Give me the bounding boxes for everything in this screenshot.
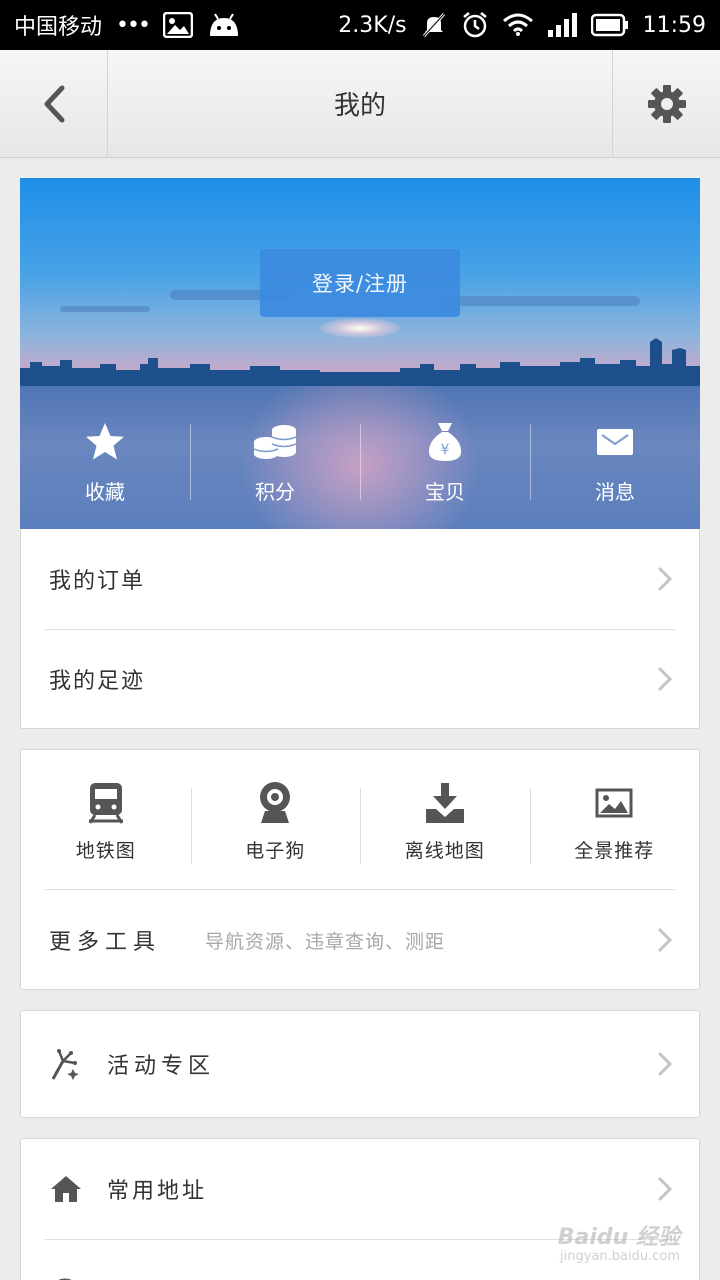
back-button[interactable] xyxy=(0,50,108,157)
list-item-label: 我的足迹 xyxy=(49,669,146,694)
status-bar: 中国移动 ••• 2.3K/s 11:59 xyxy=(0,0,720,50)
subway-icon xyxy=(88,782,124,824)
quick-item-label: 宝贝 xyxy=(425,480,465,504)
chevron-right-icon xyxy=(658,1177,673,1201)
quick-item-points[interactable]: 积分 xyxy=(190,418,360,508)
banner-cloud xyxy=(60,306,150,312)
page-title: 我的 xyxy=(333,91,386,121)
list-item-activity-zone[interactable]: 活动专区 xyxy=(21,1011,699,1117)
svg-text:¥: ¥ xyxy=(441,442,450,458)
list-item-label: 活动专区 xyxy=(107,1054,216,1079)
settings-button[interactable] xyxy=(612,50,720,157)
chevron-right-icon xyxy=(658,928,673,952)
tool-label: 电子狗 xyxy=(245,839,306,862)
quick-item-label: 收藏 xyxy=(85,480,125,504)
list-item-more-tools[interactable]: 更多工具 导航资源、违章查询、测距 xyxy=(21,890,699,990)
quick-item-treasure[interactable]: ¥ 宝贝 xyxy=(360,418,530,508)
banner-cloud xyxy=(440,296,640,306)
clock-time: 11:59 xyxy=(642,12,706,38)
tool-label: 全景推荐 xyxy=(574,839,655,862)
android-icon xyxy=(207,12,241,38)
mute-icon xyxy=(421,12,447,38)
chevron-right-icon xyxy=(658,667,673,691)
tool-offline-map[interactable]: 离线地图 xyxy=(360,750,530,890)
quick-item-favorites[interactable]: 收藏 xyxy=(20,418,190,508)
watermark-brand: Baidu 经验 xyxy=(557,1224,680,1250)
panorama-icon xyxy=(595,788,633,817)
quick-item-messages[interactable]: 消息 xyxy=(530,418,700,508)
city-skyline xyxy=(20,338,700,388)
tool-label: 地铁图 xyxy=(75,839,136,862)
fireworks-icon xyxy=(51,1049,79,1080)
list-item-my-orders[interactable]: 我的订单 xyxy=(21,529,699,629)
tools-grid: 地铁图 电子狗 离线地图 全景推荐 xyxy=(21,750,699,890)
wifi-icon xyxy=(502,13,533,37)
watermark-logo: Baidu 经验 jingyan.baidu.com xyxy=(557,1224,680,1264)
battery-icon xyxy=(590,13,629,37)
list-item-common-address[interactable]: 常用地址 xyxy=(21,1139,699,1239)
money-bag-icon: ¥ xyxy=(428,423,462,461)
quick-item-label: 积分 xyxy=(255,480,295,504)
profile-banner: 登录/注册 收藏 积分 ¥ 宝贝 消息 xyxy=(20,178,700,529)
chevron-right-icon xyxy=(658,567,673,591)
tool-label: 离线地图 xyxy=(404,839,485,862)
download-icon xyxy=(425,782,464,823)
camera-icon xyxy=(260,781,291,823)
tool-subway-map[interactable]: 地铁图 xyxy=(21,750,191,890)
home-icon xyxy=(51,1176,81,1202)
tools-card: 地铁图 电子狗 离线地图 全景推荐 更多工具 导航资源、违章查询、测距 xyxy=(20,749,700,990)
coins-icon xyxy=(253,425,297,459)
quick-actions: 收藏 积分 ¥ 宝贝 消息 xyxy=(20,418,700,508)
notification-dots: ••• xyxy=(116,12,151,38)
chevron-left-icon xyxy=(44,85,64,122)
list-item-label: 常用地址 xyxy=(107,1179,208,1204)
tool-panorama[interactable]: 全景推荐 xyxy=(529,750,700,890)
network-speed: 2.3K/s xyxy=(338,12,407,38)
chevron-right-icon xyxy=(658,1052,673,1076)
quick-item-label: 消息 xyxy=(595,480,635,504)
orders-card: 我的订单 我的足迹 xyxy=(20,529,700,729)
mail-icon xyxy=(597,429,633,455)
list-item-label: 我的订单 xyxy=(49,569,146,594)
login-register-button[interactable]: 登录/注册 xyxy=(260,249,460,317)
app-header: 我的 xyxy=(0,50,720,158)
list-item-my-footprints[interactable]: 我的足迹 xyxy=(21,629,699,729)
more-tools-description: 导航资源、违章查询、测距 xyxy=(205,930,446,953)
carrier-name: 中国移动 xyxy=(14,15,103,40)
gear-icon xyxy=(647,84,686,123)
gallery-icon xyxy=(162,12,193,38)
activity-card: 活动专区 xyxy=(20,1010,700,1118)
star-icon xyxy=(86,423,124,460)
signal-icon xyxy=(547,13,577,37)
tool-speed-camera[interactable]: 电子狗 xyxy=(190,750,361,890)
alarm-icon xyxy=(461,11,489,39)
watermark-url: jingyan.baidu.com xyxy=(560,1248,680,1264)
list-item-label: 更多工具 xyxy=(49,930,162,955)
